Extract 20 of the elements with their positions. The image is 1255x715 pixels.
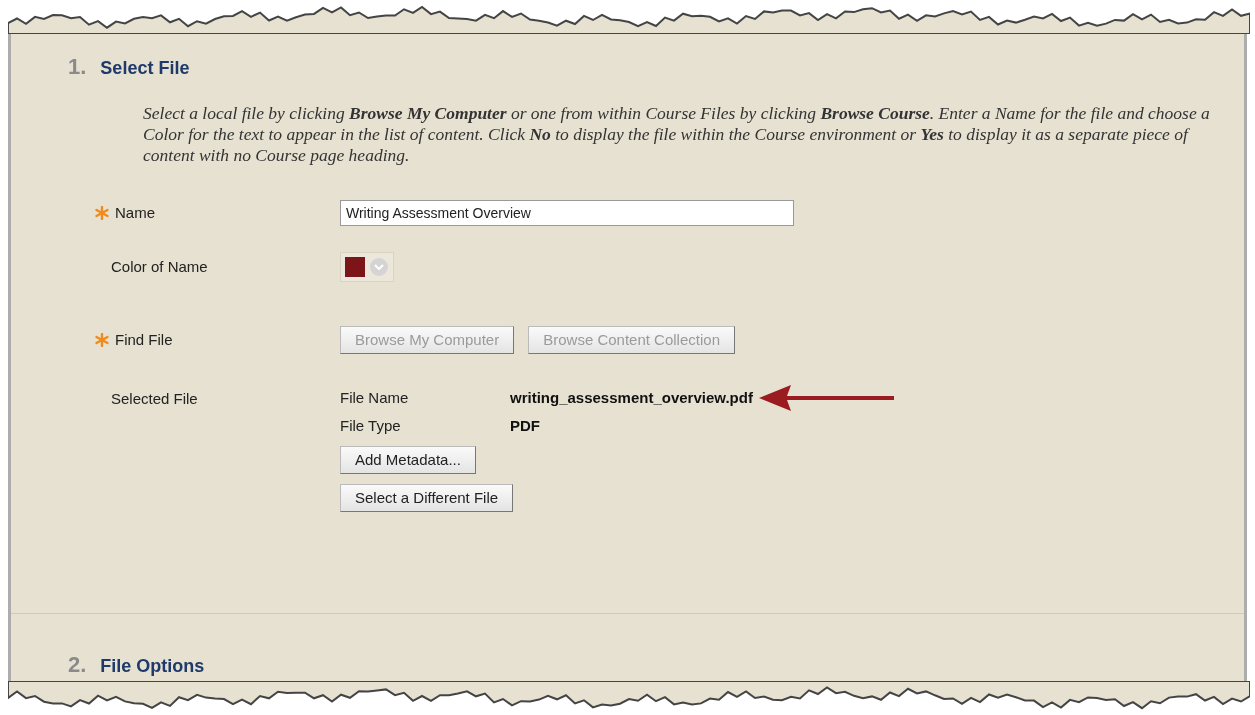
detail-label: File Type [340,415,402,436]
detail-value: PDF [510,415,540,436]
field-label: Find File [115,329,173,350]
form-button[interactable]: Select a Different File [340,484,514,512]
required-asterisk-icon [95,333,109,347]
color-picker[interactable] [340,252,394,282]
section-title: File Options [100,655,205,678]
field-label: Color of Name [111,256,208,277]
instructions-text: Select a local file by clicking Browse My Computer or one from within Course Files by clicking Browse Course. Enter a Name for the file and choose a Color for the text to appear in the list of content. Click No to display the file within the Course environment or Yes to display it as a separate piece of content with no Course page heading. [143,103,1211,166]
dropdown-chevron-icon [369,257,389,277]
detail-label: File Name [340,387,410,408]
step-number: 1. [68,53,87,81]
required-asterisk-icon [95,206,109,220]
name-input-field[interactable]: Writing Assessment Overview [340,200,794,226]
field-label: Selected File [111,389,198,409]
section-title: Select File [100,57,190,80]
form-button[interactable]: Add Metadata... [340,446,476,474]
detail-value: writing_assessment_overview.pdf [510,387,753,408]
step-number: 2. [68,651,87,679]
field-label: Name [115,202,155,223]
